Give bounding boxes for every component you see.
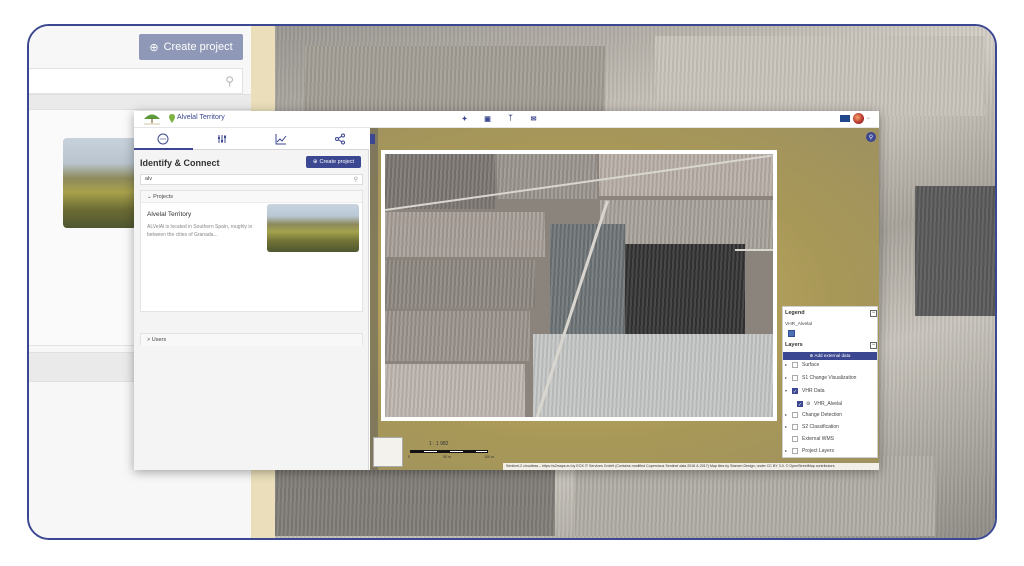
project-thumbnail[interactable] <box>267 204 359 252</box>
top-bar: Alvelal Territory ✦ ▣ ᛉ ✉ ⌄ <box>134 111 879 128</box>
search-icon: ⚲ <box>225 74 234 88</box>
vhr-image-overlay <box>381 150 777 421</box>
search-value: alv <box>145 176 153 182</box>
sliders-icon <box>218 134 227 143</box>
layer-external-wms[interactable]: External WMS <box>785 434 877 444</box>
add-external-data-button[interactable]: ⊕ Add external data <box>783 352 877 360</box>
search-input[interactable]: alv ⚲ <box>140 174 363 185</box>
users-section[interactable]: > Users <box>140 333 363 346</box>
sidebar-tabs <box>134 128 369 150</box>
chat-bubble-icon <box>157 133 169 144</box>
site-title[interactable]: Alvelal Territory <box>177 114 225 121</box>
layers-collapse-button[interactable]: − <box>870 342 877 349</box>
project-description: ALVelAl is located in Southern Spain, ro… <box>147 224 253 238</box>
tab-statistics[interactable] <box>252 128 311 149</box>
avatar[interactable] <box>853 113 864 124</box>
layer-checkbox[interactable] <box>792 375 798 381</box>
layer-change-detection[interactable]: ▸ Change Detection <box>785 410 877 420</box>
gear-icon[interactable]: ⚙ <box>806 399 810 409</box>
twitter-icon[interactable]: ✦ <box>460 114 469 123</box>
layer-vhr-alvelal[interactable]: ⚙ VHR_Alvelal <box>797 399 877 410</box>
map-view[interactable]: ⚲ Legend − VHR_Alvelal Layers − ⊕ Add ex… <box>370 128 879 470</box>
share-network-icon[interactable]: ᛉ <box>506 114 515 123</box>
caret-right-icon[interactable]: ▸ <box>785 446 787 456</box>
layer-s1-change-visualization[interactable]: ▸ S1 Change Visualization <box>785 373 877 383</box>
scale-ratio: 1 : 1 982 <box>429 441 449 447</box>
background-projects-row <box>29 94 251 110</box>
scale-bar <box>410 450 488 453</box>
app-window: Alvelal Territory ✦ ▣ ᛉ ✉ ⌄ Identify & C… <box>134 111 879 470</box>
layers-title: Layers <box>785 342 803 348</box>
background-create-project-button[interactable]: ⊕ Create project <box>139 34 243 60</box>
create-project-button[interactable]: ⊕ Create project <box>306 156 361 168</box>
legend-title: Legend <box>785 310 805 316</box>
caret-right-icon[interactable]: ▸ <box>785 410 787 420</box>
overview-minimap[interactable] <box>373 437 403 467</box>
collapse-sidebar-handle[interactable] <box>370 134 375 144</box>
plus-circle-icon: ⊕ <box>312 159 318 165</box>
layer-checkbox[interactable] <box>792 412 798 418</box>
background-search-input[interactable]: ⚲ <box>29 68 243 94</box>
legend-swatch <box>788 330 795 337</box>
create-project-label: Create project <box>319 159 355 165</box>
layer-checkbox[interactable] <box>792 436 798 442</box>
layer-checkbox[interactable] <box>797 400 803 410</box>
background-project-thumbnail <box>63 138 137 228</box>
projects-section: ⌄ Projects Alvelal Territory ALVelAl is … <box>140 190 363 312</box>
layer-checkbox[interactable] <box>792 387 798 397</box>
legend-entry: VHR_Alvelal <box>785 322 812 327</box>
legend-panel: Legend − VHR_Alvelal Layers − ⊕ Add exte… <box>782 306 878 458</box>
line-chart-icon <box>275 133 287 144</box>
layer-s2-classification[interactable]: ▸ S2 Classification <box>785 422 877 432</box>
uk-flag-icon[interactable] <box>840 115 850 122</box>
map-search-button[interactable]: ⚲ <box>866 132 876 142</box>
search-icon: ⚲ <box>353 177 358 183</box>
umbrella-logo-icon <box>144 114 160 125</box>
linkedin-icon[interactable]: ▣ <box>483 114 492 123</box>
layer-project-layers[interactable]: ▸ Project Layers <box>785 446 877 456</box>
layer-vhr-data[interactable]: ▾ VHR Data <box>785 386 877 397</box>
panel-title: Identify & Connect <box>140 158 220 168</box>
legend-collapse-button[interactable]: − <box>870 310 877 317</box>
caret-right-icon[interactable]: ▸ <box>785 373 787 383</box>
tab-sliders[interactable] <box>193 128 252 149</box>
search-icon: ⚲ <box>868 134 874 141</box>
sidebar: Identify & Connect ⊕ Create project alv … <box>134 128 369 470</box>
caret-right-icon[interactable]: ▸ <box>785 360 787 370</box>
users-header[interactable]: > Users <box>141 334 362 346</box>
layer-checkbox[interactable] <box>792 424 798 430</box>
mail-icon[interactable]: ✉ <box>529 114 538 123</box>
social-links: ✦ ▣ ᛉ ✉ <box>460 114 538 123</box>
share-icon <box>334 133 345 144</box>
location-pin-icon <box>169 114 175 123</box>
projects-header[interactable]: ⌄ Projects <box>141 191 362 203</box>
map-attribution: Sentinel-2 cloudless – https://s2maps.eu… <box>503 463 879 470</box>
background-create-project-label: Create project <box>163 41 233 53</box>
layer-checkbox[interactable] <box>792 362 798 368</box>
chevron-down-icon[interactable]: ⌄ <box>866 114 871 121</box>
layer-surface[interactable]: ▸ Surface <box>785 360 877 370</box>
map-left-strip <box>370 128 378 470</box>
tab-share[interactable] <box>310 128 369 149</box>
caret-down-icon[interactable]: ▾ <box>785 386 787 396</box>
scale-labels: 0 50 m 100 m <box>408 455 494 459</box>
caret-right-icon[interactable]: ▸ <box>785 422 787 432</box>
layer-checkbox[interactable] <box>792 448 798 454</box>
project-name[interactable]: Alvelal Territory <box>147 211 191 218</box>
plus-circle-icon: ⊕ <box>149 41 159 54</box>
tab-identify-connect[interactable] <box>134 128 193 150</box>
